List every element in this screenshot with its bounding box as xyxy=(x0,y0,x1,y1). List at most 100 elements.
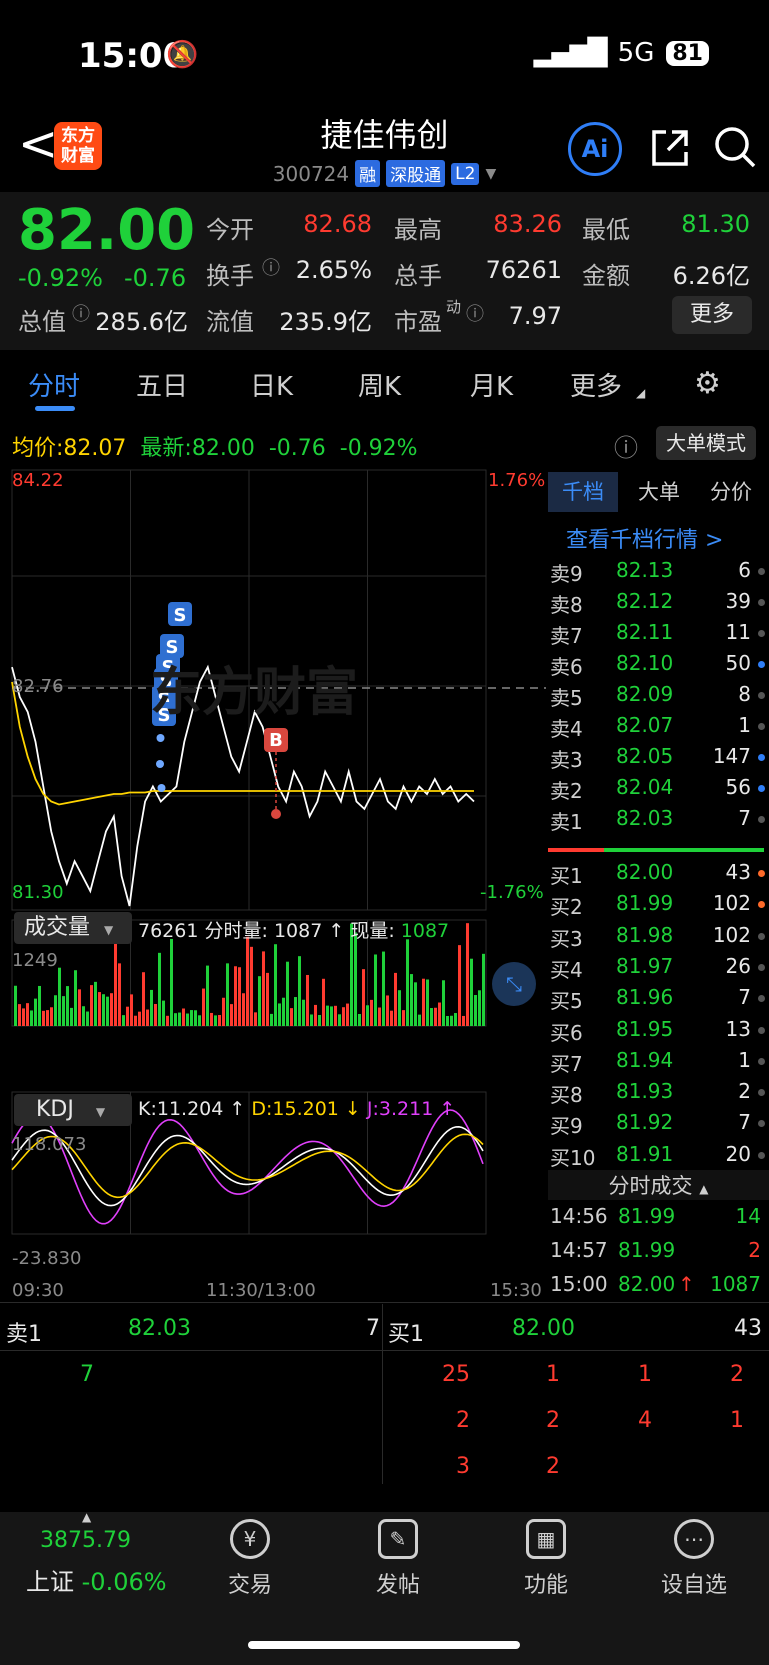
ask-row[interactable]: 卖8 82.12 39 xyxy=(546,589,769,620)
tab-weekly-k[interactable]: 周K xyxy=(358,366,401,403)
intraday-chart[interactable]: SSSSSSB xyxy=(0,466,546,1306)
search-icon[interactable] xyxy=(712,124,758,174)
tab-daily-k[interactable]: 日K xyxy=(250,366,293,403)
volume-bar xyxy=(30,1010,33,1026)
volume-bar xyxy=(22,1008,25,1026)
trades-title[interactable]: 分时成交 ▲ xyxy=(548,1170,769,1200)
volume-selector[interactable]: 成交量 ▼ xyxy=(14,912,132,944)
gear-icon[interactable]: ⚙ xyxy=(694,366,721,401)
nav-functions[interactable]: ▦ 功能 xyxy=(496,1515,596,1599)
volume-bar xyxy=(102,994,105,1026)
share-icon[interactable] xyxy=(648,126,692,174)
volume-bar xyxy=(154,1003,157,1026)
tag-margin: 融 xyxy=(355,160,381,187)
volume-bar xyxy=(222,997,225,1026)
volume-bar xyxy=(402,1010,405,1026)
volume-bar xyxy=(278,1003,281,1026)
bid-row[interactable]: 买8 81.93 2 xyxy=(546,1079,769,1110)
ask-row[interactable]: 卖1 82.03 7 xyxy=(546,806,769,837)
volume-bar xyxy=(302,999,305,1026)
volume-bar xyxy=(478,990,481,1026)
nav-post[interactable]: ✎ 发帖 xyxy=(348,1515,448,1599)
tab-more[interactable]: 更多 xyxy=(570,366,622,403)
ai-button[interactable]: Ai xyxy=(568,122,622,176)
volume-bar xyxy=(434,1007,437,1026)
ask-row[interactable]: 卖9 82.13 6 xyxy=(546,558,769,589)
ask-row[interactable]: 卖3 82.05 147 xyxy=(546,744,769,775)
bid-dot-icon xyxy=(758,932,765,940)
caret-icon: ◢ xyxy=(636,386,646,400)
ask-price: 82.09 xyxy=(616,682,674,706)
bid-row[interactable]: 买9 81.92 7 xyxy=(546,1110,769,1141)
help-icon[interactable]: ⓘ xyxy=(614,428,638,463)
tab-intraday[interactable]: 分时 xyxy=(28,366,80,403)
volume-bar xyxy=(322,978,325,1026)
volume-bar xyxy=(238,967,241,1026)
volume-bar xyxy=(174,1013,177,1026)
expand-icon[interactable]: ⤡ xyxy=(492,962,536,1006)
volume-bar xyxy=(82,1006,85,1026)
bid-dot-icon xyxy=(758,901,765,909)
bid-row[interactable]: 买6 81.95 13 xyxy=(546,1017,769,1048)
bid-qty: 7 xyxy=(738,985,751,1010)
bid-row[interactable]: 买4 81.97 26 xyxy=(546,954,769,985)
bid-row[interactable]: 买10 81.91 20 xyxy=(546,1142,769,1173)
ask-row[interactable]: 卖2 82.04 56 xyxy=(546,775,769,806)
ask-qty: 6 xyxy=(738,558,751,582)
volume-bar xyxy=(458,945,461,1026)
volume-bar xyxy=(134,1015,137,1026)
low-value: 81.30 xyxy=(681,210,750,238)
pct-bottom-label: -1.76% xyxy=(480,882,544,903)
bid-qty: 20 xyxy=(725,1141,751,1166)
ask-dot-icon xyxy=(758,599,765,606)
tab-monthly-k[interactable]: 月K xyxy=(470,366,513,403)
bid-dot-icon xyxy=(758,963,765,971)
more-button[interactable]: 更多 xyxy=(672,296,752,334)
bid-row[interactable]: 买7 81.94 1 xyxy=(546,1048,769,1079)
volume-bar xyxy=(70,1007,73,1026)
bid-qty: 7 xyxy=(738,1110,751,1135)
volume-bar xyxy=(282,997,285,1026)
queue-bid-qty: 43 xyxy=(734,1316,762,1341)
bid-dot-icon xyxy=(758,1120,765,1128)
stock-code: 300724 xyxy=(272,161,350,186)
kdj-selector[interactable]: KDJ ▼ xyxy=(14,1094,132,1126)
volume-bar xyxy=(314,1004,317,1026)
volume-bar xyxy=(110,993,113,1026)
queue-ask-label: 卖1 xyxy=(6,1322,42,1347)
ask-row[interactable]: 卖6 82.10 50 xyxy=(546,651,769,682)
bid-row[interactable]: 买5 81.96 7 xyxy=(546,985,769,1016)
bid-row[interactable]: 买1 82.00 43 xyxy=(546,860,769,891)
ask-row[interactable]: 卖4 82.07 1 xyxy=(546,713,769,744)
ask-row[interactable]: 卖5 82.09 8 xyxy=(546,682,769,713)
tab-price-dist[interactable]: 分价 xyxy=(698,472,764,512)
volume-bar xyxy=(346,1003,349,1026)
volume-bar xyxy=(118,963,121,1026)
tab-thousand-level[interactable]: 千档 xyxy=(548,472,618,512)
volume-bar xyxy=(62,996,65,1026)
index-value[interactable]: 3875.79 xyxy=(40,1528,131,1553)
tab-big-order[interactable]: 大单 xyxy=(626,472,692,512)
big-order-mode-button[interactable]: 大单模式 xyxy=(656,426,756,460)
ask-row[interactable]: 卖7 82.11 11 xyxy=(546,620,769,651)
queue-divider xyxy=(0,1302,769,1303)
bid-row[interactable]: 买2 81.99 102 xyxy=(546,891,769,922)
volume-bar xyxy=(46,1010,49,1026)
bid-level-label: 买2 xyxy=(550,895,583,920)
book-divider-green xyxy=(604,848,764,852)
volume-bar xyxy=(66,986,69,1026)
volume-bar xyxy=(438,1002,441,1026)
volume-summary: 76261 分时量: 1087 ↑ 现量: 1087 xyxy=(138,920,450,942)
view-depth-link[interactable]: 查看千档行情 > xyxy=(566,522,723,554)
info-icon[interactable]: ⓘ xyxy=(72,300,90,326)
bid-level-label: 买1 xyxy=(550,864,583,888)
volume-bar xyxy=(86,1011,89,1026)
nav-watchlist[interactable]: ⋯ 设自选 xyxy=(644,1515,744,1599)
caret-up-icon: ▲ xyxy=(82,1510,92,1524)
bid-row[interactable]: 买3 81.98 102 xyxy=(546,923,769,954)
nav-trade[interactable]: ¥ 交易 xyxy=(200,1515,300,1599)
index-row[interactable]: 上证 -0.06% xyxy=(26,1562,167,1597)
tab-five-day[interactable]: 五日 xyxy=(136,366,188,403)
queue-bid-order: 2 xyxy=(546,1454,560,1479)
volume-bar xyxy=(38,985,41,1026)
